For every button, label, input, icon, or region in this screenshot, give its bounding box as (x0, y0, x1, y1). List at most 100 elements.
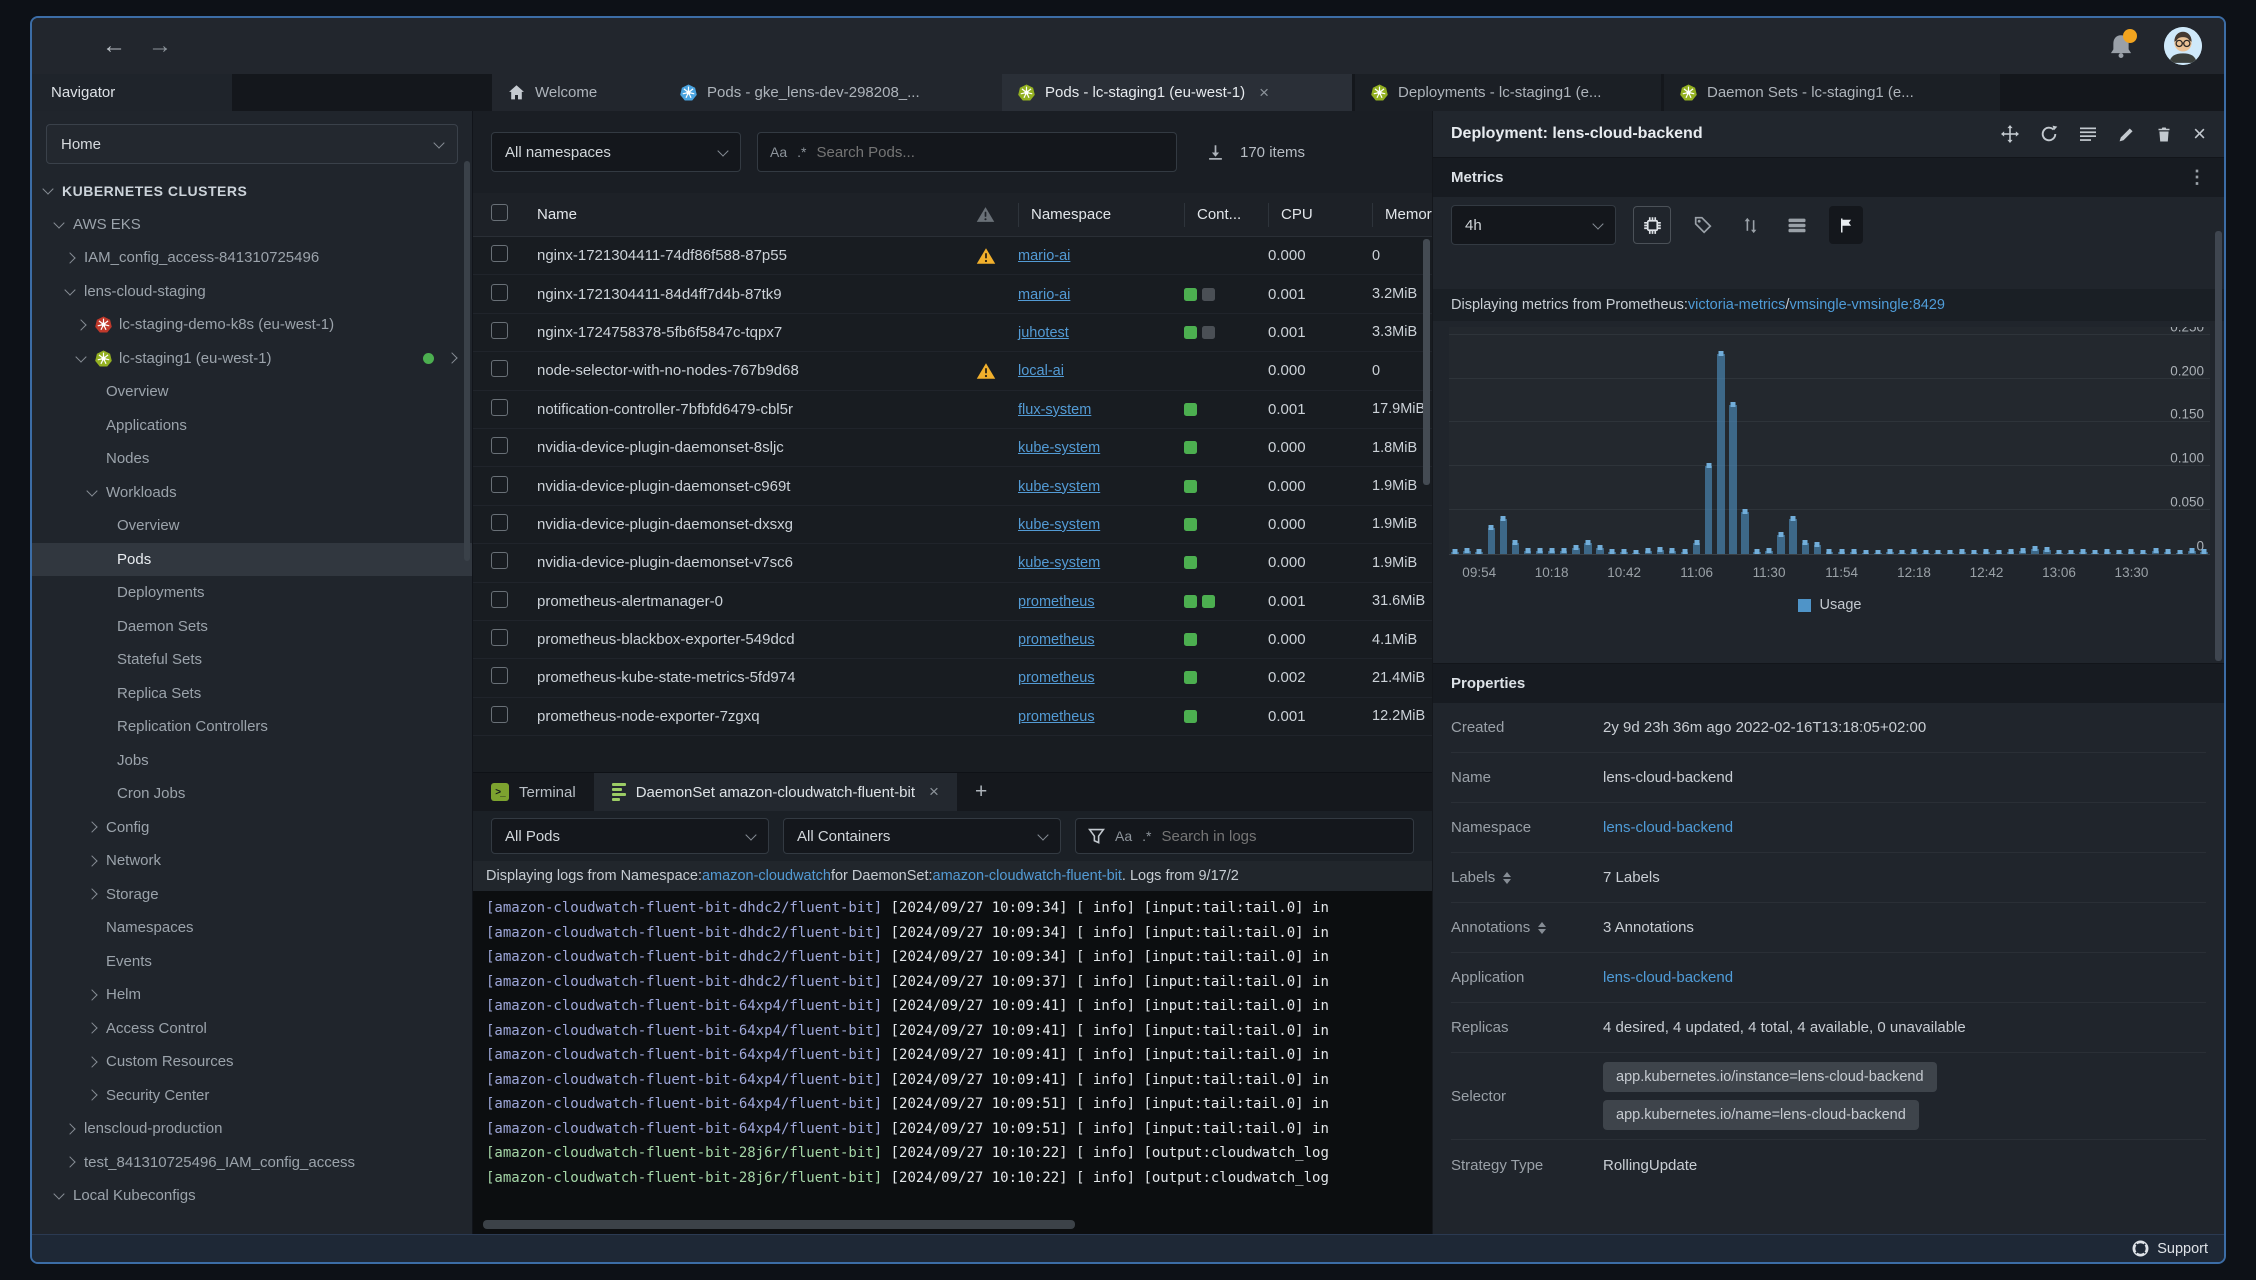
column-cpu[interactable]: CPU (1268, 202, 1372, 227)
edit-pencil-icon[interactable] (2118, 126, 2135, 143)
namespace-select[interactable]: All namespaces (491, 132, 741, 172)
sidebar-item-aws-eks[interactable]: AWS EKS (32, 208, 472, 242)
namespace-link[interactable]: prometheus (1018, 594, 1095, 610)
notifications-button[interactable] (2108, 29, 2137, 59)
sidebar-item-cron-jobs[interactable]: Cron Jobs (32, 777, 472, 811)
menu-lines-icon[interactable] (2079, 126, 2097, 142)
sort-icon[interactable] (1538, 921, 1547, 934)
table-row[interactable]: nginx-1724758378-5fb6f5847c-tqpx7 juhote… (473, 314, 1432, 353)
context-select[interactable]: Home (46, 124, 458, 164)
close-icon[interactable]: × (2193, 121, 2206, 147)
sort-icon[interactable] (1503, 871, 1512, 884)
forward-arrow-icon[interactable]: → (148, 34, 172, 58)
new-dock-tab-button[interactable]: + (957, 773, 1005, 811)
dock-tab-terminal[interactable]: >_ Terminal (473, 773, 594, 811)
match-case-icon[interactable]: Aa (1115, 828, 1132, 844)
sidebar-item-workloads[interactable]: Workloads (32, 476, 472, 510)
namespace-link[interactable]: local-ai (1018, 363, 1064, 379)
row-checkbox[interactable] (491, 590, 508, 608)
sidebar-item-replica-sets[interactable]: Replica Sets (32, 677, 472, 711)
column-containers[interactable]: Cont... (1184, 202, 1268, 227)
namespace-link[interactable]: mario-ai (1018, 248, 1070, 264)
refresh-icon[interactable] (2040, 125, 2058, 143)
tab-0[interactable]: Welcome (492, 74, 664, 111)
namespace-link[interactable]: kube-system (1018, 479, 1100, 495)
match-case-icon[interactable]: Aa (770, 144, 787, 160)
download-icon[interactable] (1207, 144, 1224, 161)
table-row[interactable]: prometheus-kube-state-metrics-5fd974 pro… (473, 659, 1432, 698)
containers-filter-select[interactable]: All Containers (783, 818, 1061, 854)
sidebar-item-lc-staging1-eu-west-1-[interactable]: lc-staging1 (eu-west-1) (32, 342, 472, 376)
back-arrow-icon[interactable]: ← (102, 34, 126, 58)
panel-scrollbar[interactable] (2215, 231, 2222, 661)
sidebar-item-helm[interactable]: Helm (32, 978, 472, 1012)
table-row[interactable]: node-selector-with-no-nodes-767b9d68 loc… (473, 352, 1432, 391)
sidebar-item-local-kubeconfigs[interactable]: Local Kubeconfigs (32, 1179, 472, 1213)
sidebar-item-lc-staging-demo-k8s-eu-west-1-[interactable]: lc-staging-demo-k8s (eu-west-1) (32, 308, 472, 342)
column-warning[interactable] (976, 206, 1018, 223)
sidebar-item-replication-controllers[interactable]: Replication Controllers (32, 710, 472, 744)
property-value[interactable]: lens-cloud-backend (1603, 969, 1733, 986)
table-row[interactable]: notification-controller-7bfbfd6479-cbl5r… (473, 391, 1432, 429)
row-checkbox[interactable] (491, 398, 508, 416)
column-namespace[interactable]: Namespace (1018, 202, 1184, 227)
table-row[interactable]: nvidia-device-plugin-daemonset-c969t kub… (473, 467, 1432, 506)
table-row[interactable]: prometheus-node-exporter-7zgxq prometheu… (473, 698, 1432, 737)
sidebar-item-network[interactable]: Network (32, 844, 472, 878)
tab-4[interactable]: Daemon Sets - lc-staging1 (e... (1664, 74, 2000, 111)
table-row[interactable]: nvidia-device-plugin-daemonset-dxsxg kub… (473, 506, 1432, 545)
row-checkbox[interactable] (491, 475, 508, 493)
row-checkbox[interactable] (491, 360, 508, 378)
filter-funnel-icon[interactable] (1088, 828, 1105, 845)
namespace-link[interactable]: mario-ai (1018, 287, 1070, 303)
sidebar-item-applications[interactable]: Applications (32, 409, 472, 443)
support-button[interactable]: Support (2157, 1241, 2208, 1257)
chevron-right-icon[interactable] (446, 352, 458, 364)
sidebar-item-access-control[interactable]: Access Control (32, 1012, 472, 1046)
trash-icon[interactable] (2156, 126, 2172, 143)
pods-search-input[interactable] (816, 143, 1164, 161)
namespace-link[interactable]: prometheus (1018, 632, 1095, 648)
row-checkbox[interactable] (491, 283, 508, 301)
cpu-chip-icon[interactable] (1633, 206, 1671, 244)
property-value[interactable]: lens-cloud-backend (1603, 819, 1733, 836)
row-checkbox[interactable] (491, 245, 508, 263)
tab-2[interactable]: Pods - lc-staging1 (eu-west-1) × (1002, 74, 1352, 111)
regex-icon[interactable]: .* (1142, 828, 1151, 844)
sidebar-item-custom-resources[interactable]: Custom Resources (32, 1045, 472, 1079)
sort-arrows-icon[interactable] (1735, 217, 1765, 234)
flag-icon[interactable] (1829, 206, 1863, 244)
tag-icon[interactable] (1688, 216, 1718, 234)
sidebar-item-namespaces[interactable]: Namespaces (32, 911, 472, 945)
row-checkbox[interactable] (491, 513, 508, 531)
namespace-link[interactable]: kube-system (1018, 440, 1100, 456)
link[interactable]: victoria-metrics (1688, 297, 1785, 313)
dock-tab-logs[interactable]: DaemonSet amazon-cloudwatch-fluent-bit × (593, 773, 957, 811)
sidebar-item-security-center[interactable]: Security Center (32, 1079, 472, 1113)
column-name[interactable]: Name (537, 206, 976, 223)
tab-1[interactable]: Pods - gke_lens-dev-298208_... (664, 74, 1002, 111)
sidebar-item-stateful-sets[interactable]: Stateful Sets (32, 643, 472, 677)
table-row[interactable]: prometheus-blackbox-exporter-549dcd prom… (473, 621, 1432, 660)
sidebar-item-nodes[interactable]: Nodes (32, 442, 472, 476)
row-checkbox[interactable] (491, 667, 508, 685)
sidebar-item-iam-config-access-841310725496[interactable]: IAM_config_access-841310725496 (32, 241, 472, 275)
regex-icon[interactable]: .* (797, 144, 806, 160)
chart-plot[interactable]: 00.0500.1000.1500.2000.250 (1449, 327, 2210, 555)
sidebar-item-test-841310725496-iam-config-access[interactable]: test_841310725496_IAM_config_access (32, 1146, 472, 1180)
sidebar-item-jobs[interactable]: Jobs (32, 744, 472, 778)
namespace-link[interactable]: flux-system (1018, 402, 1091, 418)
row-checkbox[interactable] (491, 705, 508, 723)
select-all-checkbox[interactable] (491, 204, 508, 221)
table-row[interactable]: nvidia-device-plugin-daemonset-v7sc6 kub… (473, 544, 1432, 583)
link[interactable]: amazon-cloudwatch-fluent-bit (933, 868, 1122, 884)
close-icon[interactable]: × (929, 782, 939, 802)
namespace-link[interactable]: prometheus (1018, 670, 1095, 686)
row-checkbox[interactable] (491, 321, 508, 339)
sidebar-item-events[interactable]: Events (32, 945, 472, 979)
avatar[interactable] (2164, 27, 2202, 65)
link[interactable]: amazon-cloudwatch (702, 868, 831, 884)
column-memory[interactable]: Memory (1372, 202, 1432, 227)
selector-pill[interactable]: app.kubernetes.io/instance=lens-cloud-ba… (1603, 1062, 1937, 1092)
time-range-select[interactable]: 4h (1451, 205, 1616, 245)
